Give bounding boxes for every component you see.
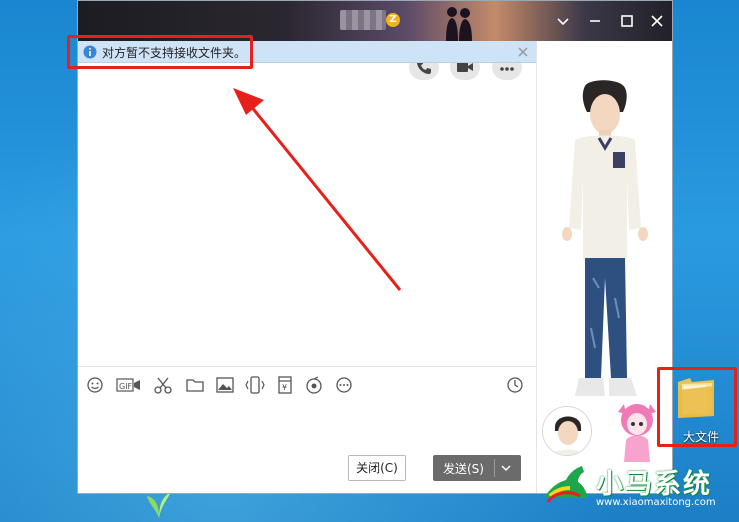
brand-logo-text: 小马系统 <box>596 469 712 500</box>
clock-icon[interactable] <box>505 375 525 395</box>
svg-text:¥: ¥ <box>282 383 287 392</box>
close-icon[interactable] <box>646 10 668 32</box>
image-icon[interactable] <box>215 375 235 395</box>
contact-name-blurred <box>340 10 386 30</box>
chevron-down-icon[interactable] <box>499 461 513 475</box>
contact-avatar[interactable] <box>542 406 592 456</box>
message-input[interactable] <box>78 399 536 449</box>
red-packet-icon[interactable]: ¥ <box>275 375 295 395</box>
vip-badge: Z <box>386 13 400 27</box>
scissors-icon[interactable] <box>153 375 173 395</box>
horse-logo-icon <box>544 466 588 503</box>
avatar-figure-image <box>562 80 648 396</box>
minimize-icon[interactable] <box>584 10 606 32</box>
music-icon[interactable] <box>304 375 324 395</box>
message-area[interactable] <box>78 63 536 365</box>
chevron-down-icon[interactable] <box>552 10 574 32</box>
input-divider <box>78 366 536 367</box>
notice-close-icon[interactable] <box>516 45 530 59</box>
notice-highlight-box <box>67 35 253 69</box>
more-icon[interactable] <box>334 375 354 395</box>
couple-silhouette-image <box>446 7 472 41</box>
brand-url: www.xiaomaxitong.com <box>596 497 716 508</box>
emoji-icon[interactable] <box>85 375 105 395</box>
send-button-label: 发送(S) <box>443 462 484 476</box>
svg-text:GIF: GIF <box>119 382 133 391</box>
close-chat-button[interactable]: 关闭(C) <box>348 455 406 481</box>
gif-icon[interactable]: GIF <box>116 375 142 395</box>
file-highlight-box <box>657 367 737 447</box>
maximize-icon[interactable] <box>616 10 638 32</box>
send-button[interactable]: 发送(S) <box>433 455 521 481</box>
folder-icon[interactable] <box>185 375 205 395</box>
anime-girl-image <box>618 404 656 462</box>
shake-icon[interactable] <box>245 375 265 395</box>
send-button-separator <box>494 459 495 477</box>
